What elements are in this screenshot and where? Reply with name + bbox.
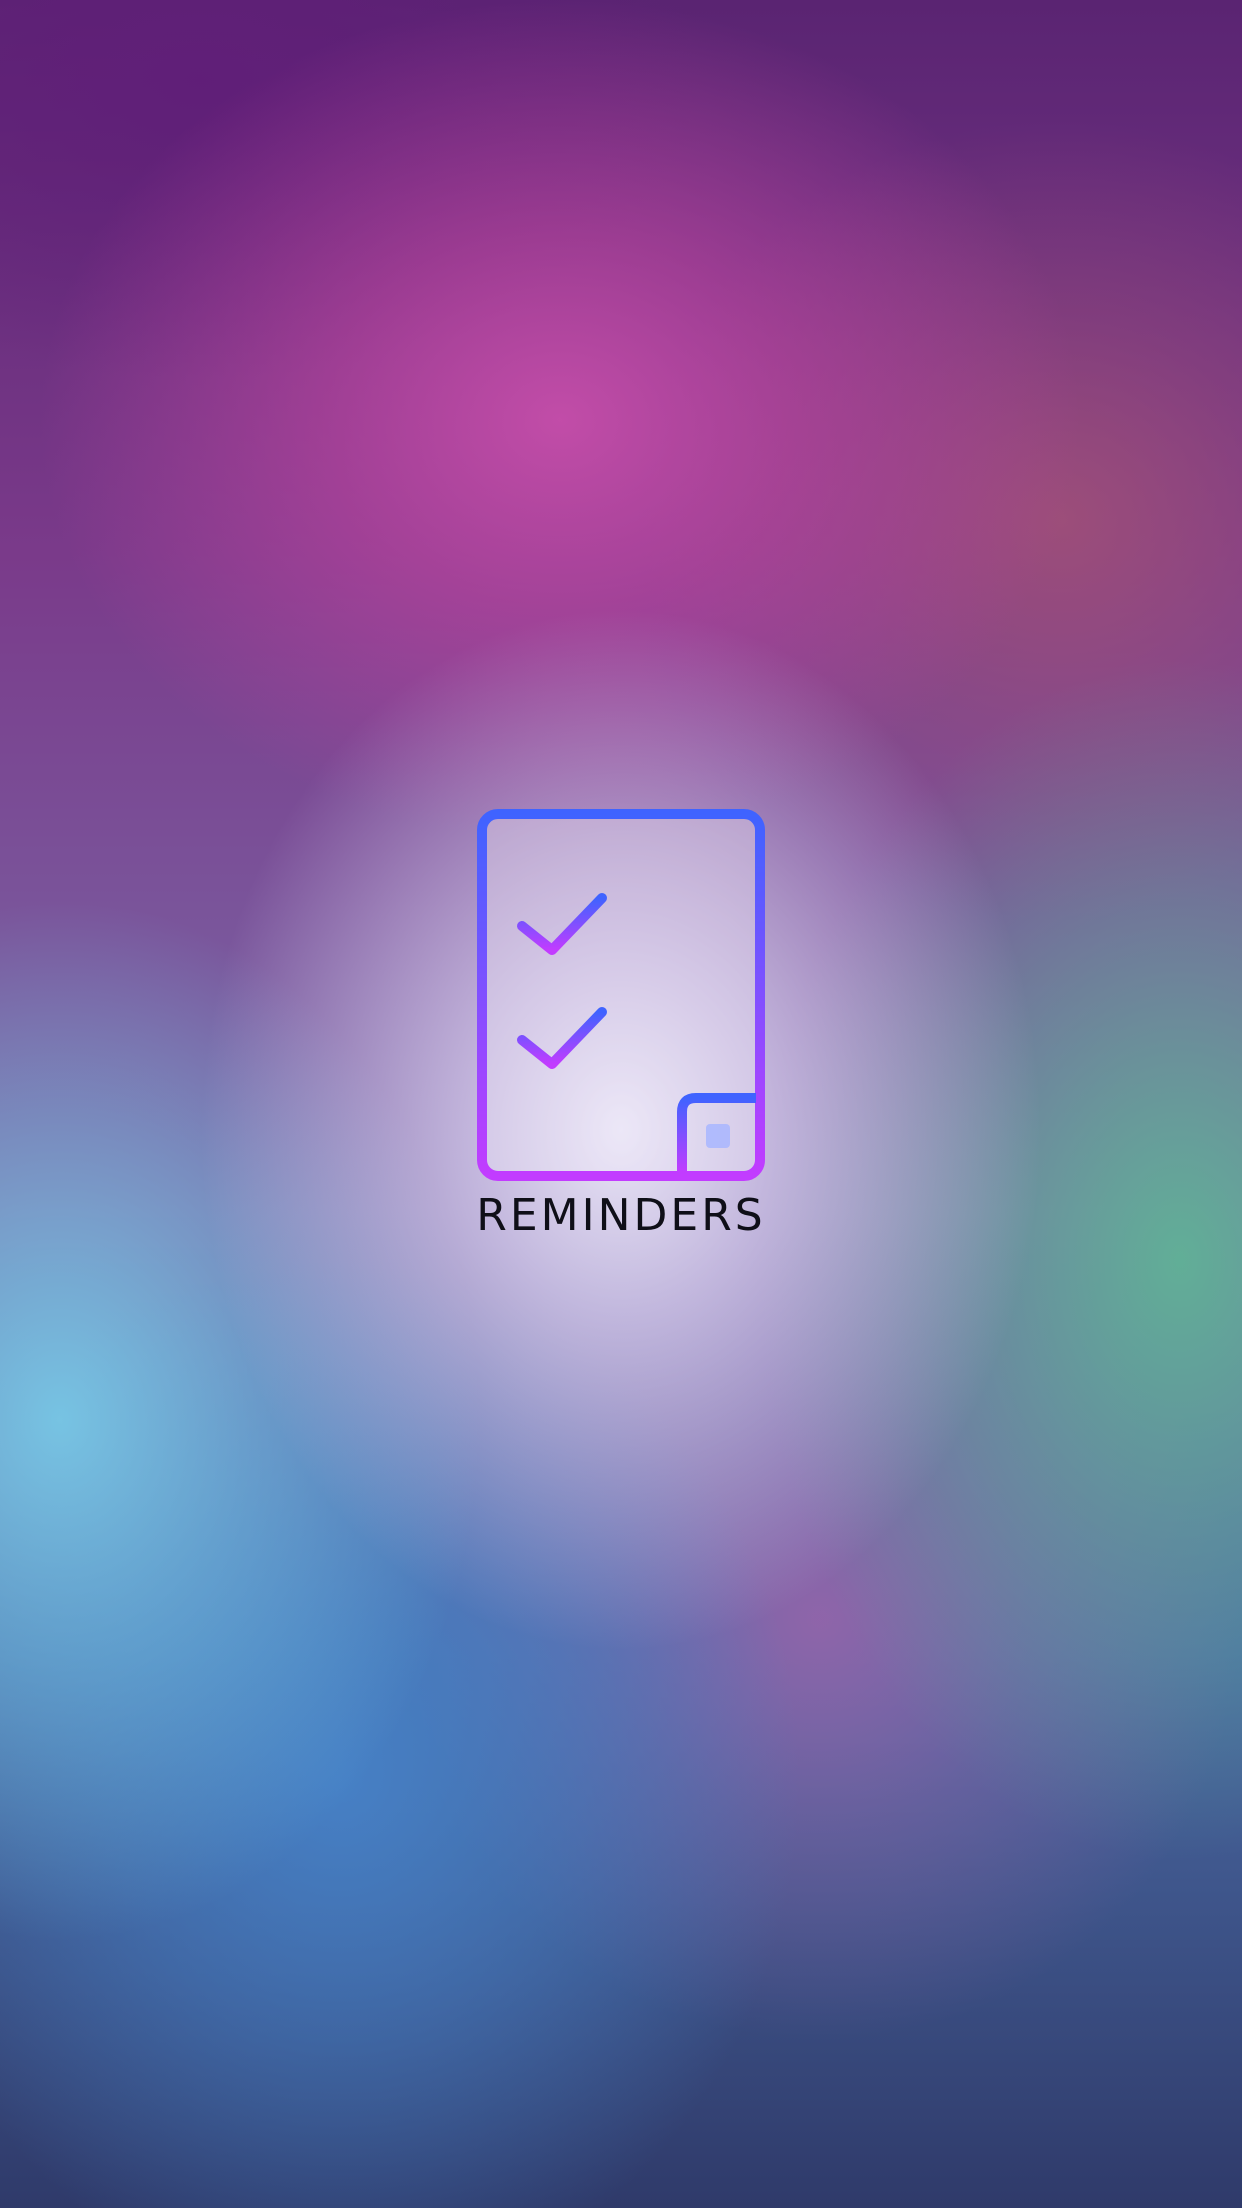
app-title: REMINDERS xyxy=(476,1190,766,1241)
checklist-icon xyxy=(477,809,765,1181)
splash-screen: REMINDERS xyxy=(471,808,771,1248)
